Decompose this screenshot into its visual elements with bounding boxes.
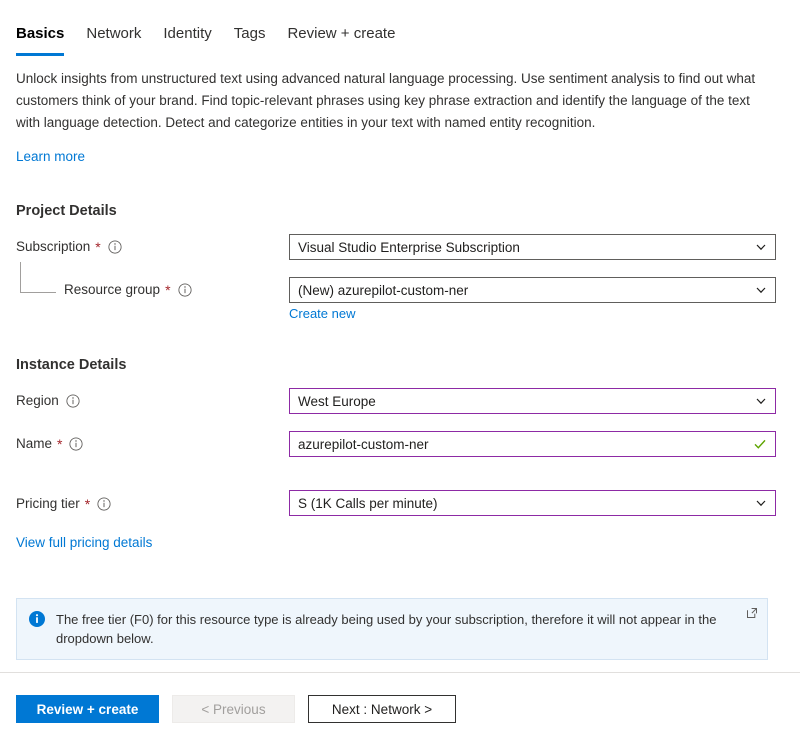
name-field[interactable]: azurepilot-custom-ner <box>289 431 776 457</box>
resource-group-value: (New) azurepilot-custom-ner <box>298 282 469 298</box>
info-icon[interactable] <box>66 394 80 408</box>
tab-tags-label: Tags <box>233 25 266 42</box>
view-full-pricing-details-link[interactable]: View full pricing details <box>16 535 152 550</box>
pricing-tier-value: S (1K Calls per minute) <box>298 495 438 511</box>
info-icon[interactable] <box>108 240 122 254</box>
tab-network[interactable]: Network <box>86 24 163 56</box>
tab-tags[interactable]: Tags <box>234 24 288 56</box>
tab-network-label: Network <box>86 25 142 42</box>
tab-review-create[interactable]: Review + create <box>287 24 417 56</box>
section-heading-instance-details: Instance Details <box>16 357 127 373</box>
chevron-down-icon <box>755 395 767 407</box>
required-asterisk: * <box>165 282 171 298</box>
validation-success-icon <box>753 437 767 451</box>
required-asterisk: * <box>84 496 91 512</box>
resource-group-label: Resource group * <box>64 278 192 302</box>
create-new-resource-group-link[interactable]: Create new <box>289 306 355 321</box>
chevron-down-icon <box>755 241 767 253</box>
pricing-tier-dropdown[interactable]: S (1K Calls per minute) <box>289 490 776 516</box>
review-create-button[interactable]: Review + create <box>16 695 159 723</box>
learn-more-link[interactable]: Learn more <box>16 149 85 164</box>
name-label: Name * <box>16 432 84 456</box>
footer-divider <box>0 672 800 673</box>
info-icon[interactable] <box>177 283 192 297</box>
tab-identity-label: Identity <box>163 25 212 42</box>
region-label: Region <box>16 389 80 413</box>
tab-identity[interactable]: Identity <box>163 24 233 56</box>
previous-button: < Previous <box>172 695 295 723</box>
chevron-down-icon <box>755 284 767 296</box>
tab-review-create-label: Review + create <box>287 25 396 42</box>
wizard-footer: Review + create < Previous Next : Networ… <box>16 695 456 723</box>
tab-basics[interactable]: Basics <box>16 24 86 56</box>
region-value: West Europe <box>298 393 376 409</box>
required-asterisk: * <box>57 436 63 452</box>
subscription-dropdown[interactable]: Visual Studio Enterprise Subscription <box>289 234 776 260</box>
next-network-button[interactable]: Next : Network > <box>308 695 456 723</box>
required-asterisk: * <box>95 239 101 255</box>
create-resource-basics-page: Basics Network Identity Tags Review + cr… <box>0 0 800 730</box>
chevron-down-icon <box>755 497 767 509</box>
info-circle-icon <box>29 611 45 627</box>
name-value: azurepilot-custom-ner <box>298 436 429 452</box>
page-description: Unlock insights from unstructured text u… <box>16 71 756 130</box>
info-icon[interactable] <box>69 437 84 451</box>
resource-group-dropdown[interactable]: (New) azurepilot-custom-ner <box>289 277 776 303</box>
banner-message: The free tier (F0) for this resource typ… <box>56 612 717 646</box>
subscription-label: Subscription * <box>16 235 122 259</box>
subscription-value: Visual Studio Enterprise Subscription <box>298 239 520 255</box>
free-tier-info-banner: The free tier (F0) for this resource typ… <box>16 598 768 660</box>
external-link-icon[interactable] <box>746 607 758 619</box>
section-heading-project-details: Project Details <box>16 203 117 219</box>
pricing-tier-label: Pricing tier * <box>16 492 111 516</box>
region-dropdown[interactable]: West Europe <box>289 388 776 414</box>
wizard-tabs: Basics Network Identity Tags Review + cr… <box>16 24 417 56</box>
info-icon[interactable] <box>97 497 111 511</box>
tab-basics-label: Basics <box>16 25 65 42</box>
